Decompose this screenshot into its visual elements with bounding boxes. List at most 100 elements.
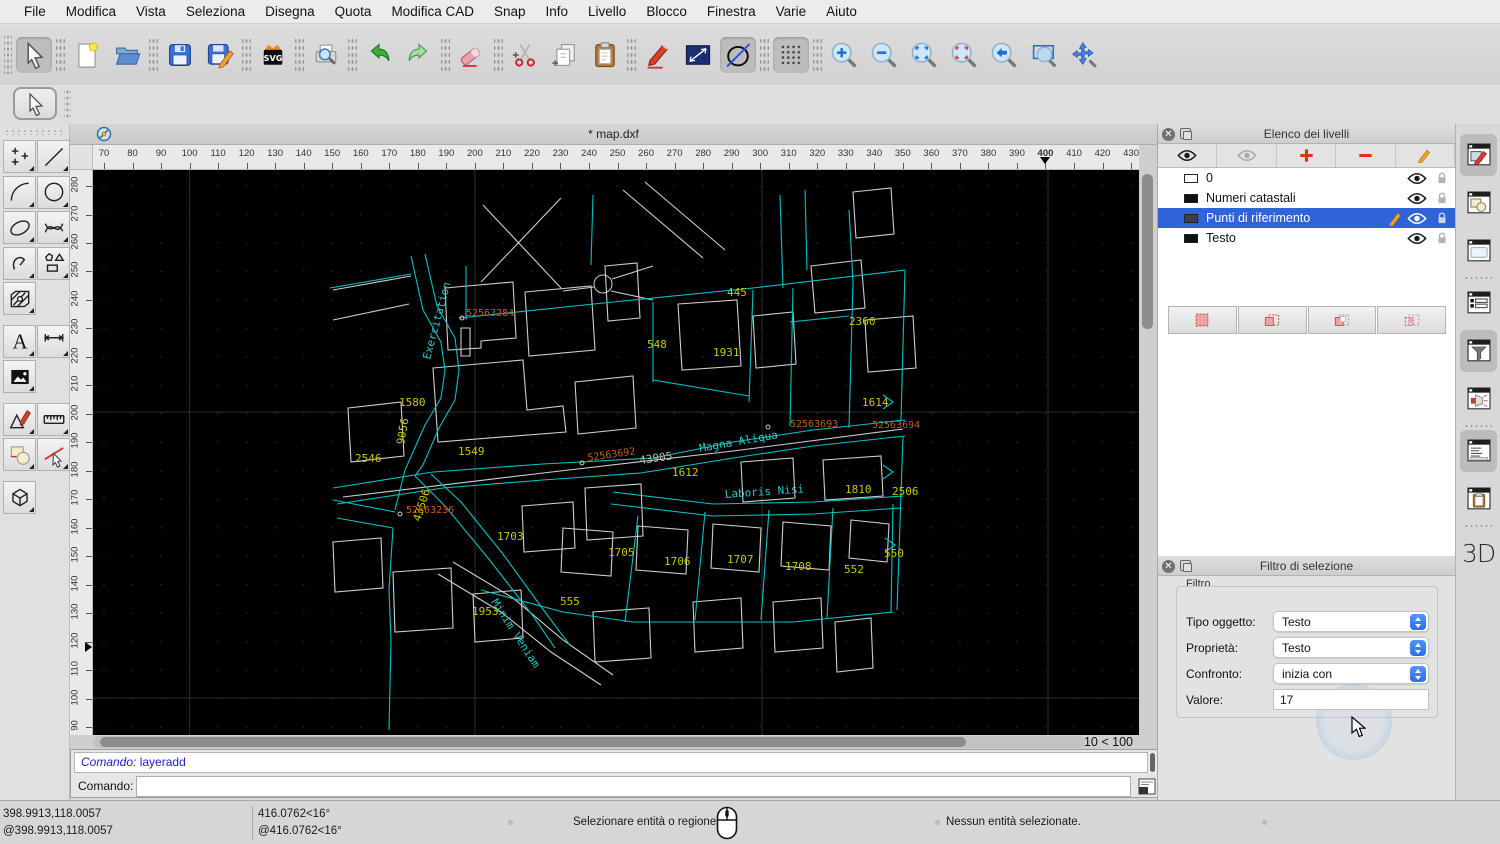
open-file-button[interactable] <box>109 37 145 73</box>
filter-tipo-oggetto--select[interactable]: Testo <box>1273 611 1429 632</box>
filter-propriet--select[interactable]: Testo <box>1273 637 1429 658</box>
menu-livello[interactable]: Livello <box>578 4 636 19</box>
layer-row-testo[interactable]: Testo <box>1158 228 1455 248</box>
undo-button[interactable] <box>361 37 397 73</box>
filter-intersect-selection-button[interactable] <box>1377 306 1446 334</box>
command-line-panel-toggle-button[interactable] <box>1460 430 1497 472</box>
new-file-button[interactable] <box>69 37 105 73</box>
menu-finestra[interactable]: Finestra <box>697 4 766 19</box>
zoom-selection-button[interactable] <box>946 37 982 73</box>
hide-all-eye-button[interactable] <box>1217 144 1276 167</box>
pan-button[interactable] <box>1066 37 1102 73</box>
zoom-previous-button[interactable] <box>986 37 1022 73</box>
selection-filter-panel-toggle-button[interactable] <box>1460 330 1497 372</box>
line-angle-button[interactable] <box>680 37 716 73</box>
palette-drag-handle[interactable] <box>4 129 66 135</box>
filter-add-selection-button[interactable] <box>1238 306 1307 334</box>
polyline-tool-button[interactable] <box>3 247 36 280</box>
command-history-scrollbar[interactable] <box>1148 752 1156 773</box>
menu-seleziona[interactable]: Seleziona <box>176 4 255 19</box>
dimension-tool-button[interactable] <box>37 325 70 358</box>
blank-panel-toggle-button[interactable] <box>1460 230 1497 272</box>
hatch-tool-button[interactable] <box>3 282 36 315</box>
save-as-button[interactable] <box>202 37 238 73</box>
spline-tool-button[interactable] <box>37 211 70 244</box>
layer-visibility-eye-icon[interactable] <box>1407 212 1427 225</box>
document-title-bar[interactable]: * map.dxf <box>70 124 1157 145</box>
3d-panel-label[interactable]: 3D <box>1456 539 1500 568</box>
zoom-auto-button[interactable] <box>906 37 942 73</box>
box3d-tool-button[interactable] <box>3 481 36 514</box>
menu-disegna[interactable]: Disegna <box>255 4 325 19</box>
trim-tool-button[interactable] <box>37 438 70 471</box>
menu-aiuto[interactable]: Aiuto <box>816 4 867 19</box>
paste-button[interactable] <box>587 37 623 73</box>
menu-modifica[interactable]: Modifica <box>56 4 126 19</box>
ellipse-tool-button[interactable] <box>3 211 36 244</box>
layer-list-panel-toggle-button[interactable] <box>1460 282 1497 324</box>
modify-tool-button[interactable] <box>3 403 36 436</box>
filter-select-button[interactable] <box>1168 306 1237 334</box>
layer-row-punti-di-riferimento[interactable]: Punti di riferimento <box>1158 208 1455 228</box>
menu-quota[interactable]: Quota <box>325 4 382 19</box>
command-options-icon[interactable] <box>1138 778 1156 795</box>
edit-pencil-button[interactable] <box>640 37 676 73</box>
svg-export-button[interactable]: SVG <box>255 37 291 73</box>
select-shapes-tool-button[interactable] <box>3 438 36 471</box>
layer-edit-pencil-icon[interactable] <box>1388 211 1403 226</box>
zoom-window-button[interactable] <box>1026 37 1062 73</box>
layer-row-0[interactable]: 0 <box>1158 168 1455 188</box>
show-all-eye-button[interactable] <box>1158 144 1217 167</box>
menu-modifica-cad[interactable]: Modifica CAD <box>381 4 484 19</box>
menu-info[interactable]: Info <box>536 4 579 19</box>
save-button[interactable] <box>162 37 198 73</box>
measure-tool-button[interactable] <box>37 403 70 436</box>
filter-value-input[interactable]: 17 <box>1273 689 1429 710</box>
copy-button[interactable] <box>547 37 583 73</box>
menu-blocco[interactable]: Blocco <box>636 4 697 19</box>
property-editor-panel-toggle-button[interactable] <box>1460 134 1497 176</box>
drawing-canvas[interactable]: 4452360548193116141580254615491612170318… <box>93 170 1139 735</box>
menu-varie[interactable]: Varie <box>766 4 817 19</box>
layer-lock-icon[interactable] <box>1437 211 1447 225</box>
selection-pointer-option-button[interactable] <box>13 87 57 120</box>
vertical-scrollbar[interactable] <box>1139 170 1157 735</box>
selection-tools-panel-toggle-button[interactable] <box>1460 182 1497 224</box>
circle-slash-button[interactable] <box>720 37 756 73</box>
menu-snap[interactable]: Snap <box>484 4 536 19</box>
layer-lock-icon[interactable] <box>1437 231 1447 245</box>
add-layer-button[interactable] <box>1277 144 1336 167</box>
stepper-icon[interactable] <box>1410 666 1426 682</box>
image-tool-button[interactable] <box>3 360 36 393</box>
close-icon[interactable]: ✕ <box>1162 560 1175 573</box>
points-tool-button[interactable] <box>3 140 36 173</box>
edit-layer-button[interactable] <box>1396 144 1455 167</box>
layer-lock-icon[interactable] <box>1437 171 1447 185</box>
stepper-icon[interactable] <box>1410 614 1426 630</box>
layer-visibility-eye-icon[interactable] <box>1407 192 1427 205</box>
zoom-out-button[interactable] <box>866 37 902 73</box>
shapes-tool-button[interactable] <box>37 247 70 280</box>
layer-visibility-eye-icon[interactable] <box>1407 172 1427 185</box>
layer-lock-icon[interactable] <box>1437 191 1447 205</box>
line-tool-button[interactable] <box>37 140 70 173</box>
detach-icon[interactable] <box>1180 560 1191 571</box>
selection-pointer-button[interactable] <box>16 37 52 73</box>
print-preview-button[interactable] <box>308 37 344 73</box>
command-input[interactable] <box>136 776 1131 797</box>
remove-layer-button[interactable] <box>1336 144 1395 167</box>
menu-file[interactable]: File <box>14 4 56 19</box>
block-panel-toggle-button[interactable] <box>1460 378 1497 420</box>
detach-icon[interactable] <box>1180 128 1191 139</box>
horizontal-scrollbar-thumb[interactable] <box>100 737 966 747</box>
arc-tool-button[interactable] <box>3 176 36 209</box>
filter-remove-selection-button[interactable] <box>1308 306 1377 334</box>
cut-button[interactable] <box>507 37 543 73</box>
vertical-scrollbar-thumb[interactable] <box>1142 174 1153 329</box>
clipboard-panel-toggle-button[interactable] <box>1460 478 1497 520</box>
stepper-icon[interactable] <box>1410 640 1426 656</box>
circle-tool-button[interactable] <box>37 176 70 209</box>
layer-visibility-eye-icon[interactable] <box>1407 232 1427 245</box>
grid-toggle-button[interactable] <box>773 37 809 73</box>
eraser-button[interactable] <box>454 37 490 73</box>
